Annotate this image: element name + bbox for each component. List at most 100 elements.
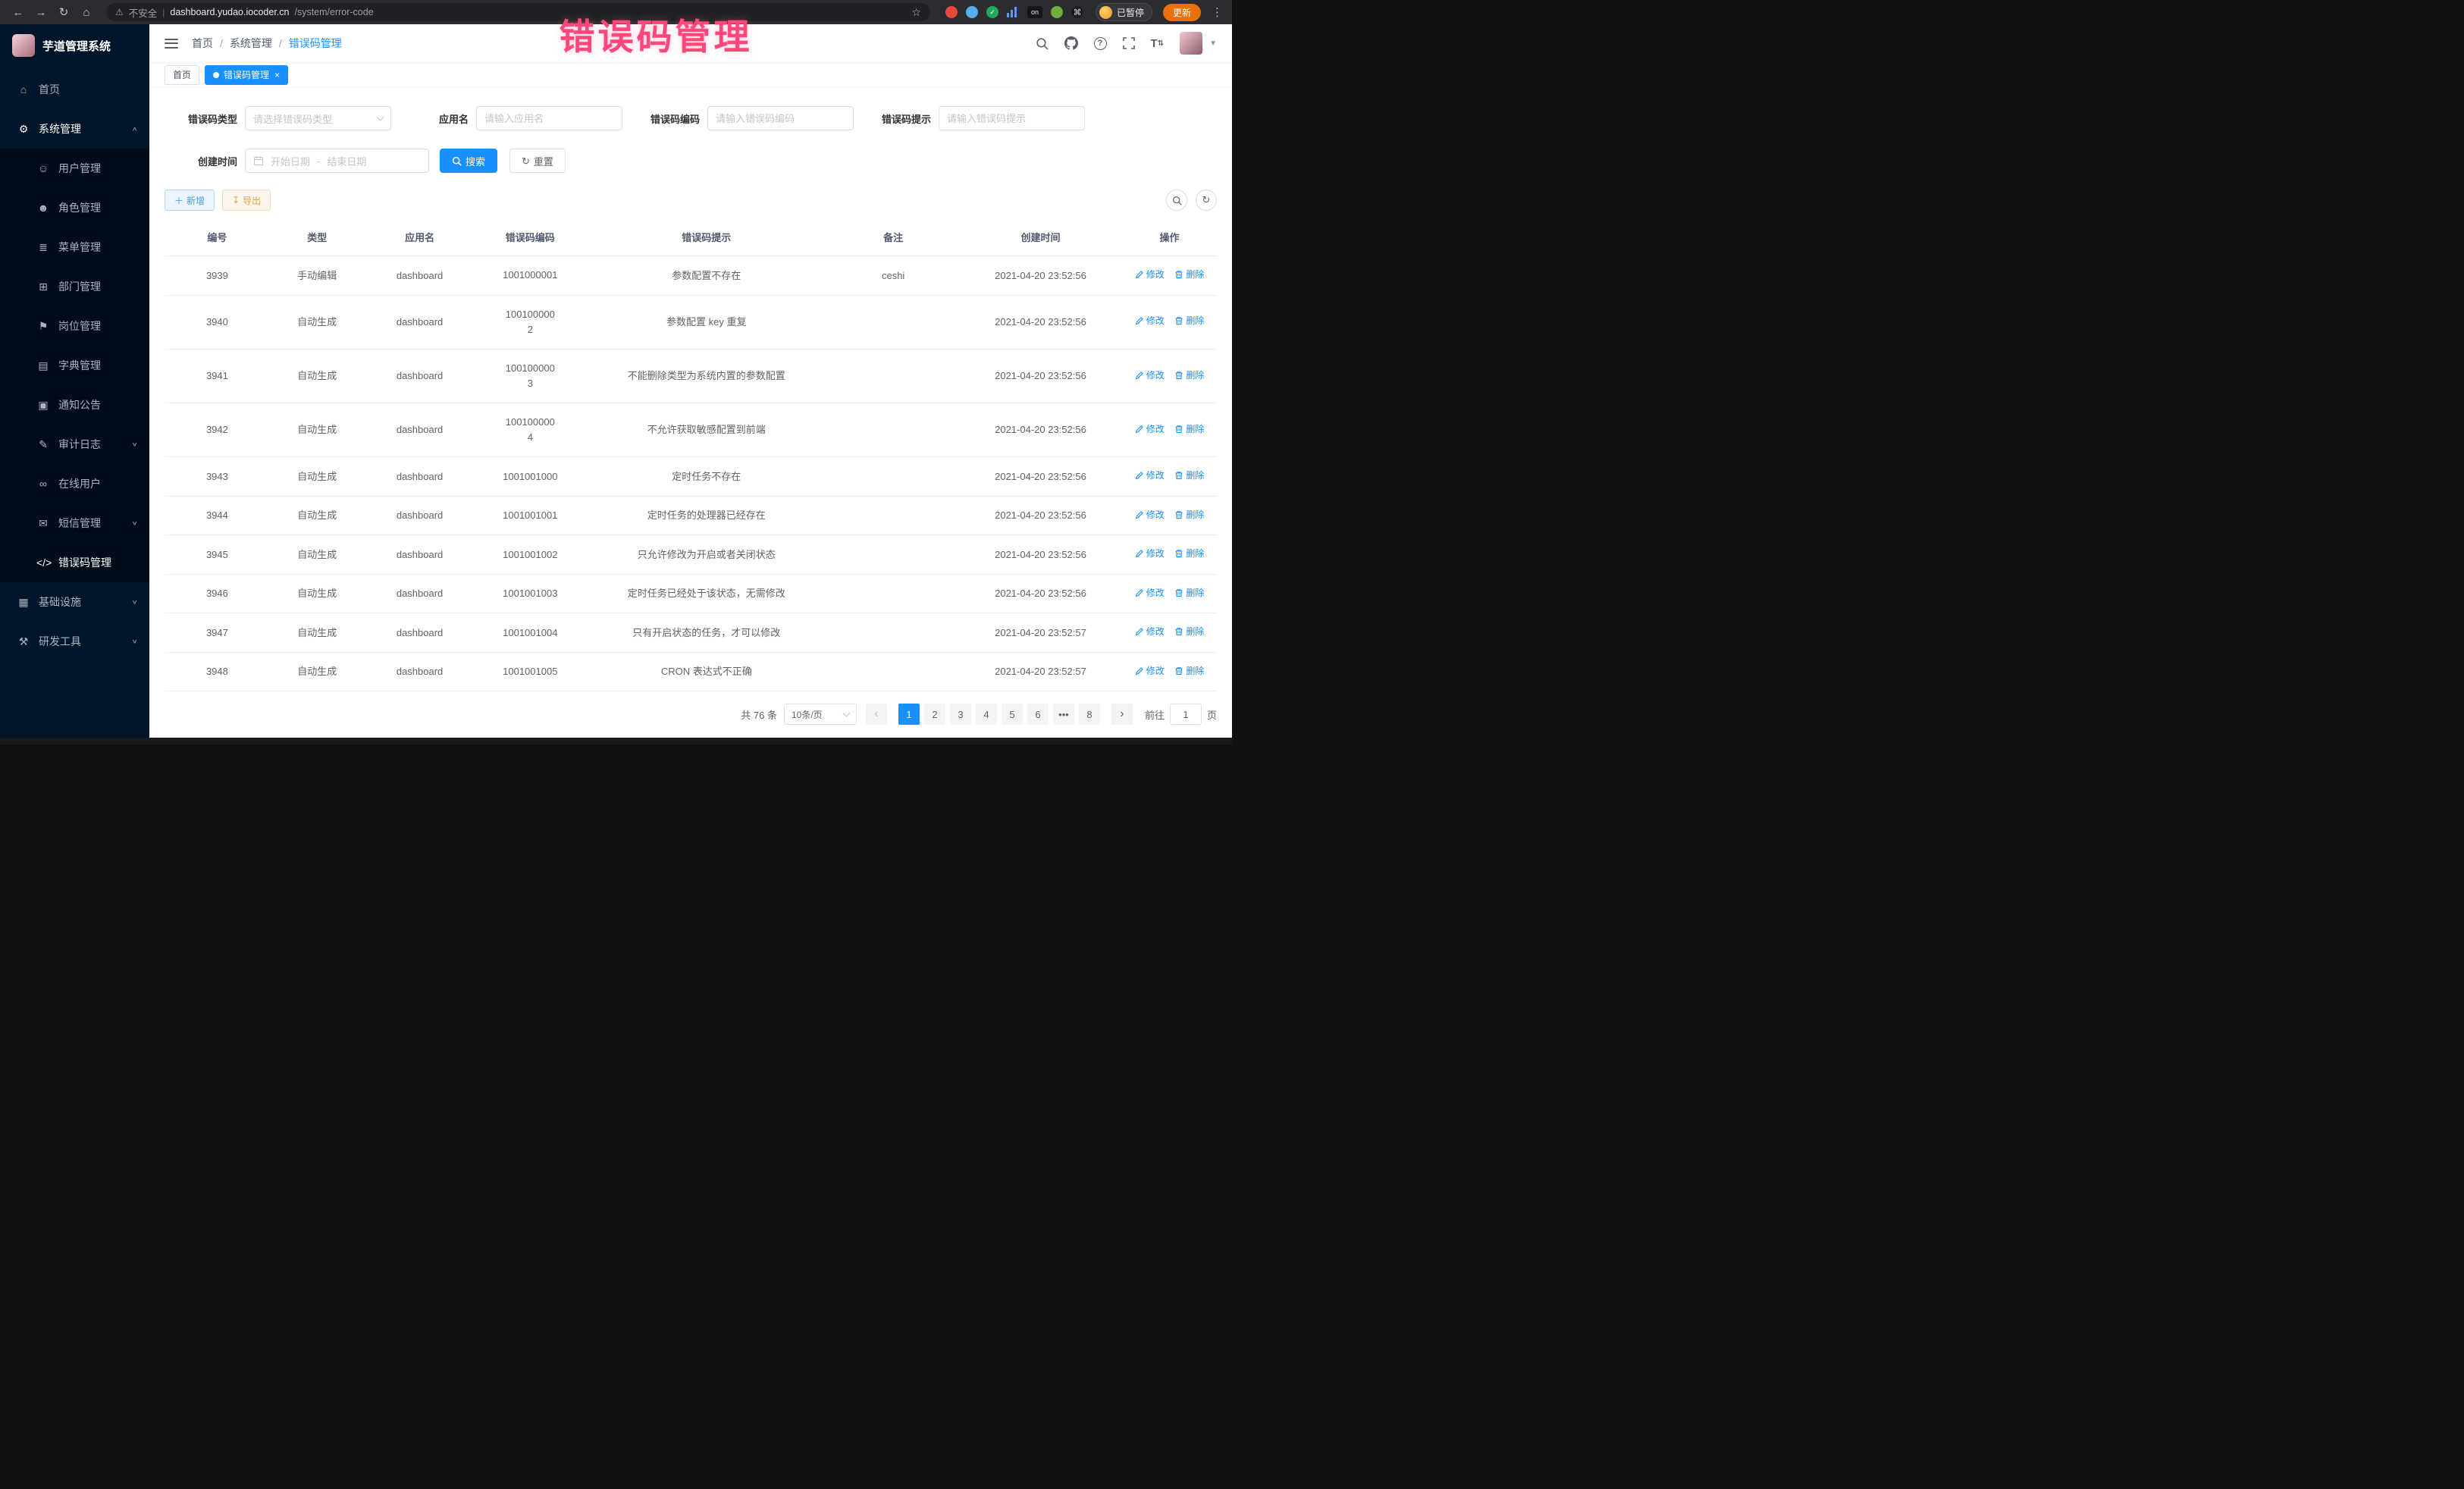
breadcrumb-system[interactable]: 系统管理 [230, 36, 272, 51]
table-row[interactable]: 3942 自动生成 dashboard 1001000004 不允许获取敏感配置… [165, 403, 1217, 457]
table-row[interactable]: 3948 自动生成 dashboard 1001001005 CRON 表达式不… [165, 652, 1217, 691]
sidebar-item-5[interactable]: ⊞部门管理 [0, 267, 149, 306]
browser-profile-chip[interactable]: 已暂停 [1096, 3, 1152, 21]
sidebar-item-9[interactable]: ✎审计日志∨ [0, 425, 149, 464]
page-button-1[interactable]: 1 [898, 704, 920, 725]
sidebar-item-label: 研发工具 [39, 634, 81, 649]
tab-error-code[interactable]: 错误码管理 × [205, 65, 288, 85]
goto-page-input[interactable] [1170, 704, 1202, 725]
edit-link[interactable]: 修改 [1135, 664, 1165, 678]
hamburger-icon[interactable] [165, 39, 178, 49]
sidebar-item-13[interactable]: ▦基础设施∨ [0, 582, 149, 622]
edit-link[interactable]: 修改 [1135, 547, 1165, 560]
page-button-5[interactable]: 5 [1002, 704, 1023, 725]
delete-link[interactable]: 删除 [1174, 508, 1204, 522]
browser-home-icon[interactable]: ⌂ [77, 6, 96, 19]
back-icon[interactable]: ← [9, 6, 27, 19]
date-range-picker[interactable]: 开始日期 - 结束日期 [245, 149, 429, 173]
search-icon[interactable] [1036, 37, 1049, 50]
extension-icon[interactable] [966, 6, 978, 18]
sidebar-item-10[interactable]: ∞在线用户 [0, 464, 149, 503]
page-button-4[interactable]: 4 [976, 704, 997, 725]
sidebar-item-1[interactable]: ⚙系统管理∧ [0, 109, 149, 149]
help-icon[interactable]: ? [1094, 37, 1107, 50]
sidebar-item-11[interactable]: ✉短信管理∨ [0, 503, 149, 543]
refresh-table-button[interactable]: ↻ [1196, 190, 1217, 211]
extension-icon[interactable] [1007, 7, 1019, 17]
table-row[interactable]: 3940 自动生成 dashboard 1001000002 参数配置 key … [165, 295, 1217, 349]
error-hint-input[interactable] [939, 106, 1085, 130]
browser-menu-icon[interactable]: ⋮ [1212, 5, 1223, 19]
show-search-button[interactable] [1166, 190, 1187, 211]
sidebar-item-6[interactable]: ⚑岗位管理 [0, 306, 149, 346]
browser-update-button[interactable]: 更新 [1163, 4, 1201, 21]
table-row[interactable]: 3944 自动生成 dashboard 1001001001 定时任务的处理器已… [165, 496, 1217, 535]
error-code-input[interactable] [707, 106, 854, 130]
extension-icon[interactable]: ✓ [986, 6, 998, 18]
edit-link[interactable]: 修改 [1135, 368, 1165, 382]
app-name-input[interactable] [476, 106, 622, 130]
export-button[interactable]: ↧ 导出 [222, 190, 271, 211]
page-size-select[interactable]: 10条/页 [784, 704, 857, 725]
delete-link[interactable]: 删除 [1174, 368, 1204, 382]
user-avatar[interactable] [1180, 32, 1202, 55]
edit-link[interactable]: 修改 [1135, 625, 1165, 638]
reload-icon[interactable]: ↻ [55, 5, 73, 19]
online-users-icon: ∞ [36, 478, 50, 490]
delete-link[interactable]: 删除 [1174, 422, 1204, 436]
edit-link[interactable]: 修改 [1135, 508, 1165, 522]
table-row[interactable]: 3939 手动编辑 dashboard 1001000001 参数配置不存在 c… [165, 256, 1217, 296]
delete-link[interactable]: 删除 [1174, 664, 1204, 678]
sidebar-item-12[interactable]: </>错误码管理 [0, 543, 149, 582]
delete-link[interactable]: 删除 [1174, 625, 1204, 638]
tab-close-icon[interactable]: × [274, 70, 280, 80]
table-row[interactable]: 3943 自动生成 dashboard 1001001000 定时任务不存在 2… [165, 457, 1217, 497]
page-button-8[interactable]: 8 [1079, 704, 1100, 725]
delete-link[interactable]: 删除 [1174, 268, 1204, 281]
next-page-button[interactable]: › [1111, 704, 1133, 725]
delete-link[interactable]: 删除 [1174, 586, 1204, 600]
delete-link[interactable]: 删除 [1174, 314, 1204, 328]
prev-page-button[interactable]: ‹ [866, 704, 887, 725]
bookmark-star-icon[interactable]: ☆ [911, 6, 921, 19]
edit-link[interactable]: 修改 [1135, 422, 1165, 436]
extension-icon[interactable] [945, 6, 958, 18]
breadcrumb-home[interactable]: 首页 [192, 36, 213, 51]
sidebar-item-3[interactable]: ☻角色管理 [0, 188, 149, 227]
edit-link[interactable]: 修改 [1135, 314, 1165, 328]
address-bar[interactable]: ⚠ 不安全 | dashboard.yudao.iocoder.cn /syst… [106, 3, 930, 21]
page-more-button[interactable]: ••• [1053, 704, 1074, 725]
table-row[interactable]: 3946 自动生成 dashboard 1001001003 定时任务已经处于该… [165, 574, 1217, 613]
table-row[interactable]: 3947 自动生成 dashboard 1001001004 只有开启状态的任务… [165, 613, 1217, 653]
extension-icon[interactable] [1051, 6, 1063, 18]
table-row[interactable]: 3945 自动生成 dashboard 1001001002 只允许修改为开启或… [165, 535, 1217, 575]
delete-link[interactable]: 删除 [1174, 547, 1204, 560]
reset-button[interactable]: ↻ 重置 [509, 149, 566, 173]
sidebar-item-4[interactable]: ≣菜单管理 [0, 227, 149, 267]
app-logo[interactable]: 芋道管理系统 [0, 24, 149, 67]
delete-link[interactable]: 删除 [1174, 469, 1204, 482]
chevron-down-icon[interactable]: ▼ [1209, 39, 1217, 48]
font-size-icon[interactable]: T⇅ [1151, 37, 1165, 50]
edit-link[interactable]: 修改 [1135, 586, 1165, 600]
fullscreen-icon[interactable] [1123, 37, 1135, 49]
extension-icon[interactable]: on [1027, 6, 1042, 18]
tab-home[interactable]: 首页 [165, 65, 199, 85]
sidebar-item-8[interactable]: ▣通知公告 [0, 385, 149, 425]
error-type-select[interactable]: 请选择错误码类型 [245, 106, 391, 130]
search-button[interactable]: 搜索 [440, 149, 497, 173]
edit-link[interactable]: 修改 [1135, 268, 1165, 281]
sidebar-item-7[interactable]: ▤字典管理 [0, 346, 149, 385]
page-button-6[interactable]: 6 [1027, 704, 1049, 725]
sidebar-item-2[interactable]: ☺用户管理 [0, 149, 149, 188]
table-row[interactable]: 3941 自动生成 dashboard 1001000003 不能删除类型为系统… [165, 349, 1217, 403]
edit-link[interactable]: 修改 [1135, 469, 1165, 482]
add-button[interactable]: ＋ 新增 [165, 190, 215, 211]
forward-icon[interactable]: → [32, 6, 50, 19]
extension-icon[interactable]: ⌘ [1071, 6, 1083, 18]
sidebar-item-14[interactable]: ⚒研发工具∨ [0, 622, 149, 661]
github-icon[interactable] [1064, 36, 1078, 50]
page-button-3[interactable]: 3 [950, 704, 971, 725]
page-button-2[interactable]: 2 [924, 704, 945, 725]
sidebar-item-0[interactable]: ⌂首页 [0, 70, 149, 109]
